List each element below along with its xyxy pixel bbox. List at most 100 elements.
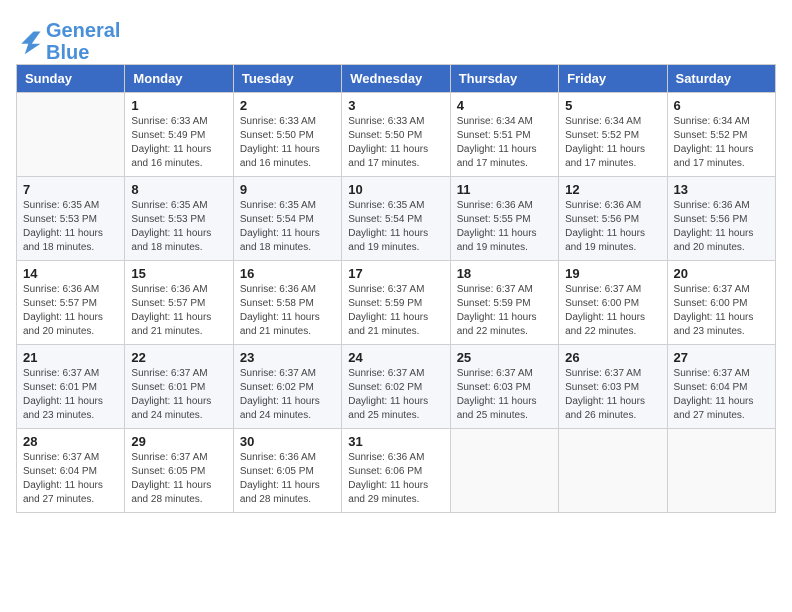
- calendar-cell: 25Sunrise: 6:37 AMSunset: 6:03 PMDayligh…: [450, 345, 558, 429]
- calendar-cell: 27 Sunrise: 6:37 AMSunset: 6:04 PMDayligh…: [667, 345, 775, 429]
- day-info: Sunrise: 6:36 AMSunset: 5:55 PMDaylight:…: [457, 199, 552, 255]
- calendar-cell: 20 Sunrise: 6:37 AMSunset: 6:00 PMDayligh…: [667, 261, 775, 345]
- day-info: Sunrise: 6:36 AMSunset: 5:56 PMDaylight:…: [674, 199, 769, 255]
- week-row-2: 7 Sunrise: 6:35 AMSunset: 5:53 PMDaylight…: [17, 177, 776, 261]
- day-info: Sunrise: 6:34 AMSunset: 5:52 PMDaylight:…: [565, 115, 660, 171]
- header-day-friday: Friday: [559, 65, 667, 93]
- day-number: 22: [131, 350, 226, 365]
- day-number: 6: [674, 98, 769, 113]
- day-number: 17: [348, 266, 443, 281]
- calendar-cell: 14 Sunrise: 6:36 AMSunset: 5:57 PMDayligh…: [17, 261, 125, 345]
- day-number: 20: [674, 266, 769, 281]
- day-number: 7: [23, 182, 118, 197]
- calendar-cell: 23 Sunrise: 6:37 AMSunset: 6:02 PMDayligh…: [233, 345, 341, 429]
- day-number: 26: [565, 350, 660, 365]
- day-info: Sunrise: 6:33 AMSunset: 5:49 PMDaylight:…: [131, 115, 226, 171]
- calendar-cell: 29 Sunrise: 6:37 AMSunset: 6:05 PMDayligh…: [125, 429, 233, 513]
- day-number: 16: [240, 266, 335, 281]
- day-info: Sunrise: 6:36 AMSunset: 5:57 PMDaylight:…: [23, 283, 118, 339]
- day-info: Sunrise: 6:37 AMSunset: 6:00 PMDaylight:…: [674, 283, 769, 339]
- day-info: Sunrise: 6:37 AMSunset: 6:02 PMDaylight:…: [240, 367, 335, 423]
- day-number: 4: [457, 98, 552, 113]
- day-number: 31: [348, 434, 443, 449]
- day-number: 28: [23, 434, 118, 449]
- day-info: Sunrise: 6:37 AMSunset: 6:03 PMDaylight:…: [565, 367, 660, 423]
- day-number: 12: [565, 182, 660, 197]
- logo-text: General Blue: [46, 20, 120, 64]
- day-info: Sunrise: 6:37 AMSunset: 6:01 PMDaylight:…: [131, 367, 226, 423]
- logo: General Blue: [16, 20, 120, 64]
- day-info: Sunrise: 6:36 AMSunset: 5:58 PMDaylight:…: [240, 283, 335, 339]
- day-info: Sunrise: 6:37 AMSunset: 6:03 PMDaylight:…: [457, 367, 552, 423]
- day-info: Sunrise: 6:37 AMSunset: 6:04 PMDaylight:…: [674, 367, 769, 423]
- calendar-cell: 4 Sunrise: 6:34 AMSunset: 5:51 PMDaylight…: [450, 93, 558, 177]
- day-number: 30: [240, 434, 335, 449]
- calendar-cell: [450, 429, 558, 513]
- calendar-cell: 26 Sunrise: 6:37 AMSunset: 6:03 PMDayligh…: [559, 345, 667, 429]
- calendar-cell: 6Sunrise: 6:34 AMSunset: 5:52 PMDaylight…: [667, 93, 775, 177]
- day-number: 29: [131, 434, 226, 449]
- calendar-cell: 10 Sunrise: 6:35 AMSunset: 5:54 PMDayligh…: [342, 177, 450, 261]
- day-number: 2: [240, 98, 335, 113]
- day-info: Sunrise: 6:37 AMSunset: 6:05 PMDaylight:…: [131, 451, 226, 507]
- calendar-cell: 11 Sunrise: 6:36 AMSunset: 5:55 PMDayligh…: [450, 177, 558, 261]
- calendar-cell: 3 Sunrise: 6:33 AMSunset: 5:50 PMDaylight…: [342, 93, 450, 177]
- day-info: Sunrise: 6:35 AMSunset: 5:54 PMDaylight:…: [240, 199, 335, 255]
- day-number: 3: [348, 98, 443, 113]
- day-number: 18: [457, 266, 552, 281]
- day-number: 27: [674, 350, 769, 365]
- calendar-cell: 15Sunrise: 6:36 AMSunset: 5:57 PMDayligh…: [125, 261, 233, 345]
- day-info: Sunrise: 6:37 AMSunset: 5:59 PMDaylight:…: [457, 283, 552, 339]
- day-number: 23: [240, 350, 335, 365]
- calendar-cell: [17, 93, 125, 177]
- day-number: 14: [23, 266, 118, 281]
- calendar-cell: 2 Sunrise: 6:33 AMSunset: 5:50 PMDaylight…: [233, 93, 341, 177]
- header-day-wednesday: Wednesday: [342, 65, 450, 93]
- week-row-1: 1 Sunrise: 6:33 AMSunset: 5:49 PMDaylight…: [17, 93, 776, 177]
- calendar-table: SundayMondayTuesdayWednesdayThursdayFrid…: [16, 64, 776, 513]
- calendar-cell: 7Sunrise: 6:35 AMSunset: 5:53 PMDaylight…: [17, 177, 125, 261]
- week-row-4: 21Sunrise: 6:37 AMSunset: 6:01 PMDayligh…: [17, 345, 776, 429]
- day-number: 15: [131, 266, 226, 281]
- week-row-3: 14 Sunrise: 6:36 AMSunset: 5:57 PMDayligh…: [17, 261, 776, 345]
- day-info: Sunrise: 6:36 AMSunset: 6:06 PMDaylight:…: [348, 451, 443, 507]
- day-info: Sunrise: 6:37 AMSunset: 6:02 PMDaylight:…: [348, 367, 443, 423]
- calendar-cell: 16 Sunrise: 6:36 AMSunset: 5:58 PMDayligh…: [233, 261, 341, 345]
- day-number: 8: [131, 182, 226, 197]
- day-info: Sunrise: 6:37 AMSunset: 6:00 PMDaylight:…: [565, 283, 660, 339]
- calendar-cell: 28Sunrise: 6:37 AMSunset: 6:04 PMDayligh…: [17, 429, 125, 513]
- calendar-cell: 1 Sunrise: 6:33 AMSunset: 5:49 PMDaylight…: [125, 93, 233, 177]
- logo-icon: [16, 28, 44, 56]
- calendar-cell: [667, 429, 775, 513]
- day-number: 10: [348, 182, 443, 197]
- day-info: Sunrise: 6:35 AMSunset: 5:54 PMDaylight:…: [348, 199, 443, 255]
- day-number: 5: [565, 98, 660, 113]
- day-info: Sunrise: 6:35 AMSunset: 5:53 PMDaylight:…: [131, 199, 226, 255]
- header-day-saturday: Saturday: [667, 65, 775, 93]
- header-day-thursday: Thursday: [450, 65, 558, 93]
- header-day-monday: Monday: [125, 65, 233, 93]
- day-info: Sunrise: 6:37 AMSunset: 6:01 PMDaylight:…: [23, 367, 118, 423]
- calendar-cell: 18 Sunrise: 6:37 AMSunset: 5:59 PMDayligh…: [450, 261, 558, 345]
- calendar-cell: 21Sunrise: 6:37 AMSunset: 6:01 PMDayligh…: [17, 345, 125, 429]
- calendar-cell: 8 Sunrise: 6:35 AMSunset: 5:53 PMDaylight…: [125, 177, 233, 261]
- day-info: Sunrise: 6:37 AMSunset: 5:59 PMDaylight:…: [348, 283, 443, 339]
- day-number: 11: [457, 182, 552, 197]
- day-info: Sunrise: 6:33 AMSunset: 5:50 PMDaylight:…: [240, 115, 335, 171]
- day-info: Sunrise: 6:34 AMSunset: 5:51 PMDaylight:…: [457, 115, 552, 171]
- calendar-cell: 19 Sunrise: 6:37 AMSunset: 6:00 PMDayligh…: [559, 261, 667, 345]
- header-day-sunday: Sunday: [17, 65, 125, 93]
- day-number: 13: [674, 182, 769, 197]
- calendar-cell: 24 Sunrise: 6:37 AMSunset: 6:02 PMDayligh…: [342, 345, 450, 429]
- calendar-cell: 17 Sunrise: 6:37 AMSunset: 5:59 PMDayligh…: [342, 261, 450, 345]
- calendar-cell: 22 Sunrise: 6:37 AMSunset: 6:01 PMDayligh…: [125, 345, 233, 429]
- calendar-cell: [559, 429, 667, 513]
- day-number: 1: [131, 98, 226, 113]
- day-number: 24: [348, 350, 443, 365]
- day-number: 19: [565, 266, 660, 281]
- calendar-cell: 13 Sunrise: 6:36 AMSunset: 5:56 PMDayligh…: [667, 177, 775, 261]
- day-info: Sunrise: 6:33 AMSunset: 5:50 PMDaylight:…: [348, 115, 443, 171]
- header-row: SundayMondayTuesdayWednesdayThursdayFrid…: [17, 65, 776, 93]
- day-info: Sunrise: 6:36 AMSunset: 6:05 PMDaylight:…: [240, 451, 335, 507]
- calendar-cell: 5 Sunrise: 6:34 AMSunset: 5:52 PMDaylight…: [559, 93, 667, 177]
